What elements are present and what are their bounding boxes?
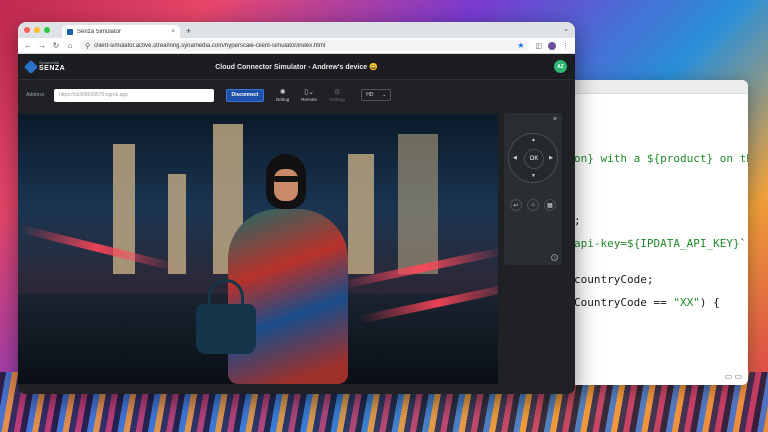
remote-control-panel: × ▲ ▼ ◀ ▶ OK ↩ ⌂ ▦ ? [504, 113, 562, 265]
code-editor-window[interactable]: on} with a ${product} on the ; api-key=$… [560, 80, 748, 385]
page-title: Cloud Connector Simulator - Andrew's dev… [215, 63, 378, 71]
help-icon[interactable]: ? [551, 254, 558, 261]
building-shape [168, 174, 186, 274]
figure-kimono [228, 209, 348, 384]
forward-icon[interactable]: → [38, 41, 46, 50]
address-label: Address [26, 92, 45, 98]
building-shape [348, 154, 374, 274]
address-input[interactable] [54, 88, 214, 102]
extensions-icon[interactable]: ◫ [535, 42, 542, 50]
remote-icon: ▯⌄ [304, 88, 314, 96]
home-icon[interactable]: ⌂ [66, 41, 74, 50]
close-window-button[interactable] [24, 27, 30, 33]
editor-titlebar [560, 80, 748, 94]
senza-favicon-icon [67, 28, 73, 35]
gear-icon: ⚙ [334, 88, 341, 96]
remote-label: Remote [301, 96, 318, 102]
light-streak [19, 224, 177, 272]
chevron-down-icon: ⌄ [382, 92, 387, 98]
code-line-1: on} with a ${product} on the [574, 152, 748, 165]
dpad: ▲ ▼ ◀ ▶ OK [508, 133, 558, 183]
chevron-down-icon[interactable]: ⌄ [563, 25, 569, 33]
up-arrow-button[interactable]: ▲ [531, 137, 536, 143]
address-bar[interactable]: ⚲ client-simulator.active.streaming.syna… [80, 40, 530, 51]
connection-controls: Address Disconnect ✺ Debug ▯⌄ Remote ⚙ S… [18, 80, 575, 110]
profile-icon[interactable] [548, 41, 556, 50]
resolution-select[interactable]: HD ⌄ [361, 89, 392, 101]
figure-face [274, 169, 298, 201]
url-text: client-simulator.active.streaming.syname… [94, 42, 326, 49]
tab-bar: Senza Simulator × + ⌄ [18, 22, 575, 38]
debug-label: Debug [276, 96, 290, 102]
minimize-window-button[interactable] [34, 27, 40, 33]
browser-toolbar: ← → ↻ ⌂ ⚲ client-simulator.active.stream… [18, 38, 575, 54]
star-icon[interactable]: ★ [517, 41, 524, 50]
bug-icon: ✺ [279, 88, 286, 96]
left-arrow-button[interactable]: ◀ [513, 155, 517, 161]
menu-grid-icon[interactable]: ▦ [544, 199, 556, 211]
back-icon[interactable]: ↩ [510, 199, 522, 211]
sunglasses-shape [273, 176, 299, 182]
ok-button[interactable]: OK [524, 149, 544, 169]
settings-button[interactable]: ⚙ Settings [329, 89, 345, 102]
remote-button-row: ↩ ⌂ ▦ [510, 199, 556, 211]
down-arrow-button[interactable]: ▼ [531, 173, 536, 179]
close-icon[interactable]: × [553, 116, 557, 123]
resolution-value: HD [366, 92, 374, 98]
tab-title: Senza Simulator [77, 28, 122, 35]
building-shape [398, 134, 438, 274]
home-icon[interactable]: ⌂ [527, 199, 539, 211]
new-tab-button[interactable]: + [186, 26, 191, 36]
avatar[interactable]: AZ [554, 60, 567, 73]
senza-simulator-app: Synamedia SENZA Cloud Connector Simulato… [18, 54, 575, 394]
window-controls [24, 27, 50, 33]
browser-tab[interactable]: Senza Simulator × [62, 25, 180, 38]
back-icon[interactable]: ← [24, 41, 32, 50]
video-stream[interactable] [18, 114, 498, 384]
remote-button[interactable]: ▯⌄ Remote [301, 89, 317, 102]
right-arrow-button[interactable]: ▶ [549, 155, 553, 161]
menu-icon[interactable]: ⋮ [562, 42, 569, 50]
debug-button[interactable]: ✺ Debug [276, 89, 289, 102]
code-line-3: api-key=${IPDATA_API_KEY}`; [574, 237, 748, 250]
settings-label: Settings [329, 96, 346, 102]
browser-window: Senza Simulator × + ⌄ ← → ↻ ⌂ ⚲ client-s… [18, 22, 575, 394]
close-icon[interactable]: × [171, 29, 175, 35]
app-header: Synamedia SENZA Cloud Connector Simulato… [18, 54, 575, 80]
code-line-5: CountryCode == "XX") { [574, 296, 720, 309]
maximize-window-button[interactable] [44, 27, 50, 33]
site-info-icon[interactable]: ⚲ [85, 42, 90, 50]
reload-icon[interactable]: ↻ [52, 41, 60, 50]
handbag-shape [196, 304, 256, 354]
code-line-4: countryCode; [574, 273, 654, 286]
editor-status-icons: ▭ ▭ [724, 372, 742, 381]
disconnect-button[interactable]: Disconnect [226, 88, 264, 102]
